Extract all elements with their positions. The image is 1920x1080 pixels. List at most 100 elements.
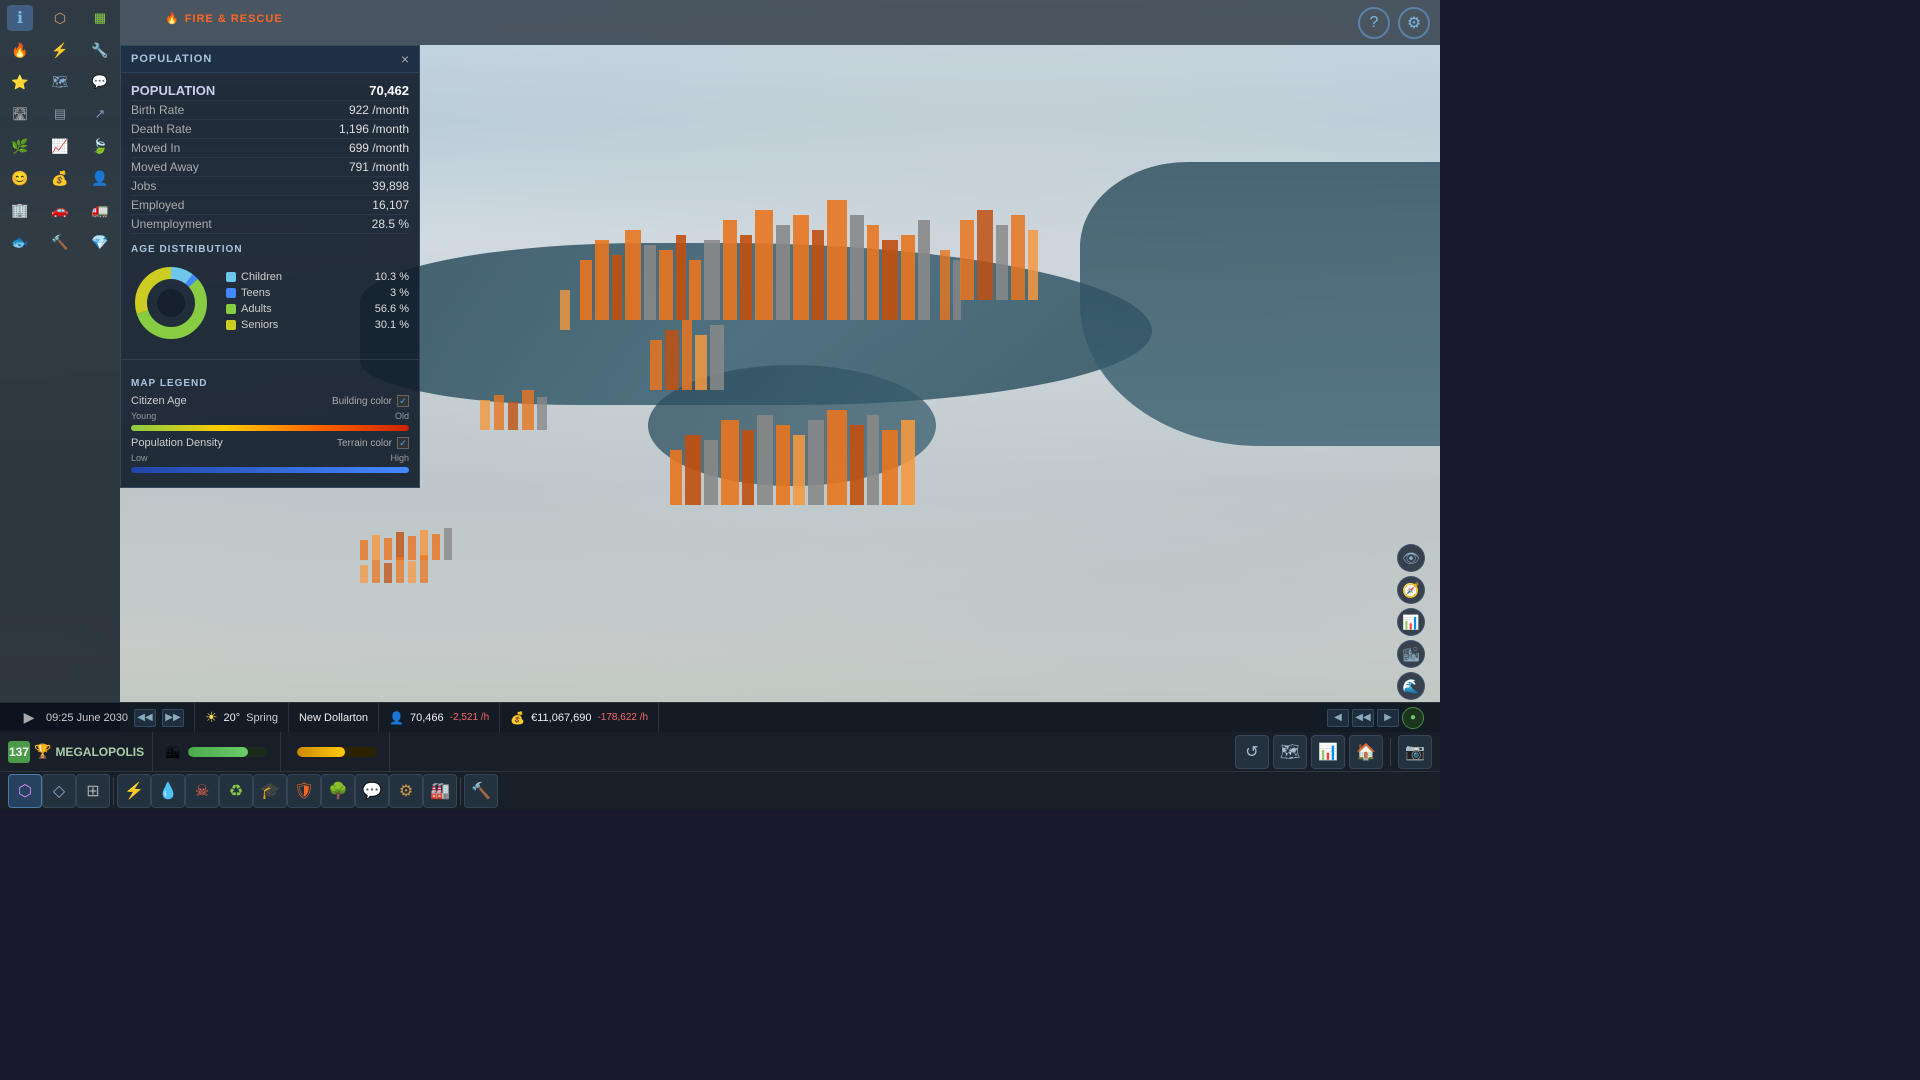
- speed-2-btn[interactable]: ◀◀: [1352, 709, 1374, 727]
- sidebar-icon-fish[interactable]: 🐟: [7, 229, 33, 255]
- nav-stats-btn[interactable]: 📊: [1397, 608, 1425, 636]
- sidebar-icon-hammer[interactable]: 🔨: [47, 229, 73, 255]
- toolbar-btn-water2[interactable]: 💧: [151, 774, 185, 808]
- toolbar-btn-oil[interactable]: ⚙: [389, 774, 423, 808]
- toolbar-btn-roads[interactable]: ⊞: [76, 774, 110, 808]
- panel-title: POPULATION: [131, 53, 212, 65]
- sidebar-icon-car[interactable]: 🚗: [47, 197, 73, 223]
- panel-close-button[interactable]: ×: [401, 52, 409, 66]
- toolbar-top: 137 🏆 MEGALOPOLIS 🏙 ↺ 🗺 📊 🏠 📷: [0, 732, 1440, 772]
- xp-bar-fill: [188, 747, 248, 757]
- level-bar: [297, 747, 377, 757]
- sidebar-icon-truck[interactable]: 🚛: [87, 197, 113, 223]
- sidebar-icon-chat[interactable]: 💬: [87, 69, 113, 95]
- map-legend-title: MAP LEGEND: [131, 378, 409, 389]
- toolbar-btn-industry[interactable]: 🏭: [423, 774, 457, 808]
- speed-1-btn[interactable]: ◀: [1327, 709, 1349, 727]
- stat-value-unemployment: 28.5 %: [372, 217, 409, 231]
- sep1: [113, 777, 114, 805]
- sidebar-icon-grid[interactable]: ▤: [47, 101, 73, 127]
- nav-overview-btn[interactable]: 👁: [1397, 544, 1425, 572]
- toolbar-btn-electric[interactable]: ⚡: [117, 774, 151, 808]
- population-section: 👤 70,466 -2,521 /h: [379, 703, 500, 732]
- high-label: High: [390, 453, 409, 463]
- toolbar-btn-fire2[interactable]: 🛡: [287, 774, 321, 808]
- toolbar-btn-rotate[interactable]: ↺: [1235, 735, 1269, 769]
- status-online-btn[interactable]: ●: [1402, 707, 1424, 729]
- toolbar-btn-zones[interactable]: ⬡: [8, 774, 42, 808]
- sidebar-icon-diamond[interactable]: 💎: [87, 229, 113, 255]
- toolbar-btn-parks2[interactable]: 🌳: [321, 774, 355, 808]
- teens-dot: [226, 288, 236, 298]
- top-header: ? ⚙: [120, 0, 1440, 45]
- citizen-age-row: Citizen Age Building color ✓: [131, 395, 409, 407]
- toolbar-btn-home[interactable]: 🏠: [1349, 735, 1383, 769]
- toolbar-btn-garbage[interactable]: ♻: [219, 774, 253, 808]
- sidebar-icon-leaf[interactable]: 🍃: [87, 133, 113, 159]
- age-bar-labels: Young Old: [131, 411, 409, 421]
- building-color-checkbox[interactable]: ✓: [397, 395, 409, 407]
- stat-value-birth: 922 /month: [349, 103, 409, 117]
- sidebar-icon-map2[interactable]: 🗺: [47, 69, 73, 95]
- legend-seniors: Seniors 30.1 %: [226, 319, 409, 331]
- sidebar-icon-green[interactable]: 🌿: [7, 133, 33, 159]
- prev-speed-btn[interactable]: ◀◀: [134, 709, 156, 727]
- stat-value-employed: 16,107: [372, 198, 409, 212]
- nav-water-btn[interactable]: 🌊: [1397, 672, 1425, 700]
- density-bar-labels: Low High: [131, 453, 409, 463]
- toolbar-btn-zones2[interactable]: ◇: [42, 774, 76, 808]
- stat-label-death: Death Rate: [131, 122, 192, 136]
- sidebar-icon-road[interactable]: 🛣: [7, 101, 33, 127]
- sidebar-icon-star[interactable]: ⭐: [7, 69, 33, 95]
- help-button[interactable]: ?: [1358, 7, 1390, 39]
- stat-label-birth: Birth Rate: [131, 103, 184, 117]
- playback-section: ▶ 09:25 June 2030 ◀◀ ▶▶: [8, 703, 195, 732]
- sidebar-icon-info[interactable]: ℹ: [7, 5, 33, 31]
- sidebar-left: ℹ ⬡ ▦ 🔥 ⚡ 🔧 ⭐ 🗺 💬 🛣 ▤ ↗ 🌿 📈 🍃 😊 💰 👤 🏢 🚗 …: [0, 0, 120, 730]
- sidebar-icon-chart[interactable]: 📈: [47, 133, 73, 159]
- toolbar-btn-camera[interactable]: 📷: [1398, 735, 1432, 769]
- sidebar-icon-coin[interactable]: 💰: [47, 165, 73, 191]
- city-name-toolbar: MEGALOPOLIS: [55, 745, 144, 759]
- fire-rescue-text: FIRE & RESCUE: [185, 13, 283, 25]
- nav-city-btn[interactable]: 🏙: [1397, 640, 1425, 668]
- toolbar-btn-bulldoze[interactable]: 🔨: [464, 774, 498, 808]
- terrain-color-checkbox[interactable]: ✓: [397, 437, 409, 449]
- sidebar-icon-person[interactable]: 👤: [87, 165, 113, 191]
- city-name: New Dollarton: [299, 712, 368, 724]
- seniors-label: Seniors: [241, 319, 278, 331]
- toolbar-btn-chart[interactable]: 📊: [1311, 735, 1345, 769]
- sidebar-icon-zones[interactable]: ▦: [87, 5, 113, 31]
- population-panel: POPULATION × POPULATION 70,462 Birth Rat…: [120, 45, 420, 488]
- speed-3-btn[interactable]: ▶: [1377, 709, 1399, 727]
- sidebar-icon-land[interactable]: ⬡: [47, 5, 73, 31]
- sidebar-icon-building[interactable]: 🏢: [7, 197, 33, 223]
- city-icon: 🏙: [165, 745, 180, 759]
- weather-section: ☀ 20° Spring: [195, 703, 289, 732]
- sidebar-icon-lightning[interactable]: ⚡: [47, 37, 73, 63]
- map-legend: MAP LEGEND Citizen Age Building color ✓ …: [121, 359, 419, 487]
- toolbar-btn-education[interactable]: 🎓: [253, 774, 287, 808]
- sidebar-icon-fire[interactable]: 🔥: [7, 37, 33, 63]
- nav-compass-btn[interactable]: 🧭: [1397, 576, 1425, 604]
- toolbar-btn-sewage[interactable]: ☠: [185, 774, 219, 808]
- settings-button[interactable]: ⚙: [1398, 7, 1430, 39]
- fire-rescue-label: 🔥 FIRE & RESCUE: [165, 12, 283, 25]
- sidebar-icon-wrench[interactable]: 🔧: [87, 37, 113, 63]
- pop-density-row: Population Density Terrain color ✓: [131, 437, 409, 449]
- level-bar-fill: [297, 747, 345, 757]
- weather-icon: ☀: [205, 709, 218, 726]
- money-value: €11,067,690: [531, 712, 591, 724]
- density-gradient-bar: [131, 467, 409, 473]
- stat-row-movedin: Moved In 699 /month: [131, 139, 409, 158]
- toolbar-btn-comms2[interactable]: 💬: [355, 774, 389, 808]
- play-button[interactable]: ▶: [18, 707, 40, 729]
- toolbar-sep: [1390, 738, 1391, 766]
- sidebar-icon-smiley[interactable]: 😊: [7, 165, 33, 191]
- sidebar-icon-arrow[interactable]: ↗: [87, 101, 113, 127]
- teens-pct: 3 %: [390, 287, 409, 299]
- population-density-label: Population Density: [131, 437, 223, 449]
- low-label: Low: [131, 453, 148, 463]
- next-speed-btn[interactable]: ▶▶: [162, 709, 184, 727]
- toolbar-btn-map[interactable]: 🗺: [1273, 735, 1307, 769]
